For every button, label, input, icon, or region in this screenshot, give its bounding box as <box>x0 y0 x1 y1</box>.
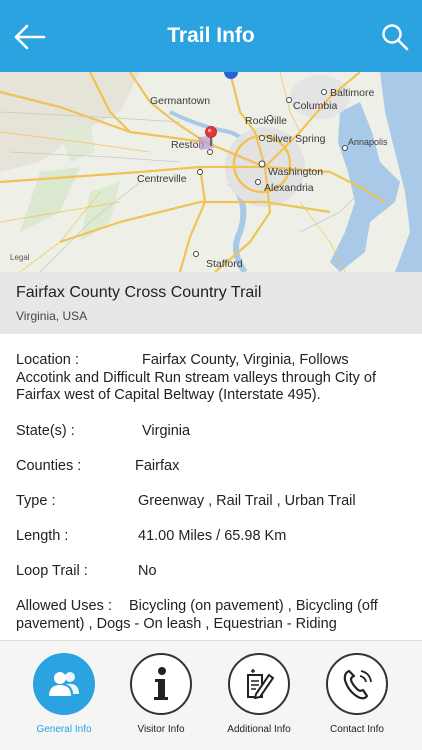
length-label: Length : <box>16 528 69 544</box>
map-label-washington: Washington <box>268 166 323 178</box>
counties-value: Fairfax <box>135 458 180 474</box>
states-label: State(s) : <box>16 423 75 439</box>
detail-location: Location : Fairfax County, Virginia, Fol… <box>16 352 408 405</box>
trail-map[interactable]: Baltimore Germantown Columbia Rockville … <box>0 72 422 272</box>
map-legal-label[interactable]: Legal <box>10 253 30 262</box>
trail-region: Virginia, USA <box>16 309 88 323</box>
trail-details: Location : Fairfax County, Virginia, Fol… <box>0 334 422 640</box>
map-label-rockville: Rockville <box>245 115 287 127</box>
edit-document-icon <box>228 653 290 715</box>
bottom-tab-bar: General Info Visitor Info Additional Inf… <box>0 640 422 750</box>
map-label-annapolis: Annapolis <box>348 137 388 147</box>
trail-name: Fairfax County Cross Country Trail <box>16 284 262 301</box>
loop-trail-value: No <box>138 563 157 579</box>
location-label: Location : <box>16 352 79 368</box>
allowed-uses-value-first: Bicycling (on pavement) , Bicycling (off <box>129 598 378 614</box>
tab-contact-info-label: Contact Info <box>330 724 384 735</box>
tab-additional-info[interactable]: Additional Info <box>211 653 307 735</box>
tab-general-info-label: General Info <box>36 724 92 735</box>
detail-allowed-uses: Allowed Uses : Bicycling (on pavement) ,… <box>16 598 408 633</box>
detail-loop-trail: Loop Trail : No <box>16 563 408 581</box>
tab-additional-info-label: Additional Info <box>227 724 291 735</box>
people-icon <box>33 653 95 715</box>
detail-length: Length : 41.00 Miles / 65.98 Km <box>16 528 408 546</box>
map-label-alexandria: Alexandria <box>264 182 314 194</box>
map-label-silver-spring: Silver Spring <box>266 133 326 145</box>
tab-visitor-info-label: Visitor Info <box>137 724 185 735</box>
map-label-stafford: Stafford <box>206 258 243 270</box>
detail-counties: Counties : Fairfax <box>16 458 408 476</box>
phone-icon <box>326 653 388 715</box>
counties-label: Counties : <box>16 458 82 474</box>
info-icon <box>130 653 192 715</box>
map-label-germantown: Germantown <box>150 95 210 107</box>
trail-header: Fairfax County Cross Country Trail Virgi… <box>0 272 422 334</box>
app-header: Trail Info <box>0 0 422 72</box>
location-value-first: Fairfax County, Virginia, Follows <box>142 352 349 368</box>
type-label: Type : <box>16 493 56 509</box>
search-icon[interactable] <box>380 22 410 52</box>
allowed-uses-label: Allowed Uses : <box>16 598 112 614</box>
loop-trail-label: Loop Trail : <box>16 563 88 579</box>
tab-general-info[interactable]: General Info <box>16 653 112 735</box>
map-label-centreville: Centreville <box>137 173 187 185</box>
detail-states: State(s) : Virginia <box>16 423 408 441</box>
tab-visitor-info[interactable]: Visitor Info <box>113 653 209 735</box>
page-title: Trail Info <box>167 24 255 47</box>
allowed-uses-value-rest: pavement) , Dogs - On leash , Equestrian… <box>16 615 337 632</box>
length-value: 41.00 Miles / 65.98 Km <box>138 528 287 544</box>
type-value: Greenway , Rail Trail , Urban Trail <box>138 493 356 509</box>
location-value-rest: Accotink and Difficult Run stream valley… <box>16 369 376 404</box>
map-label-columbia: Columbia <box>293 100 338 112</box>
detail-type: Type : Greenway , Rail Trail , Urban Tra… <box>16 493 408 511</box>
tab-contact-info[interactable]: Contact Info <box>309 653 405 735</box>
states-value: Virginia <box>142 423 191 439</box>
map-label-baltimore: Baltimore <box>330 87 375 99</box>
